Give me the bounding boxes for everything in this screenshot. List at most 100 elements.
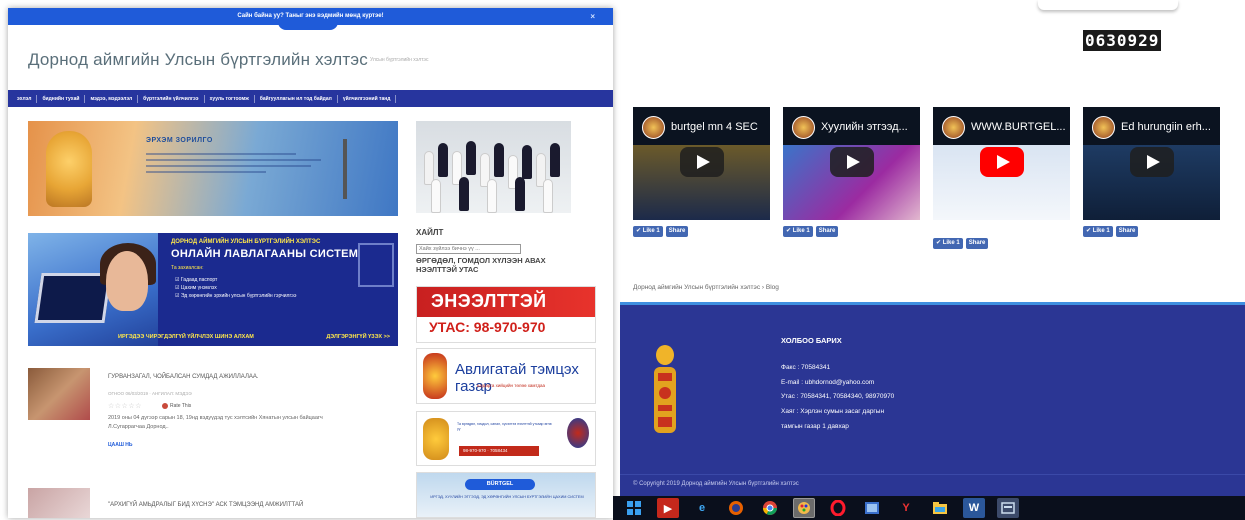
fb-share-button[interactable]: Share xyxy=(1115,226,1139,237)
contact-address: Хаяг : Хэрлэн сумын засаг даргын xyxy=(781,408,885,415)
nav-item-transparency[interactable]: байгууллагын ил тод байдал xyxy=(255,94,338,103)
read-more-link[interactable]: ЦААШ НЬ xyxy=(108,442,133,448)
nav-item-about[interactable]: биднийн тухай xyxy=(37,94,86,103)
channel-avatar-icon[interactable] xyxy=(1092,116,1115,139)
media-icon[interactable]: ▶ xyxy=(657,498,679,518)
banner2-item-text: Эд хөрөнгийн эрхийн улсын бүртгэлийн гэр… xyxy=(180,293,297,299)
rate-this-link[interactable]: Rate This xyxy=(170,403,191,409)
firefox-icon[interactable] xyxy=(725,498,747,518)
complaint-heading: ӨРГӨДӨЛ, ГОМДОЛ ХҮЛЭЭН АВАХ НЭЭЛТТЭЙ УТА… xyxy=(416,256,546,274)
complaint-phone-ad[interactable]: Та өргөдөл, гомдол, санал, хүсэлтээ нээл… xyxy=(416,411,596,466)
channel-avatar-icon[interactable] xyxy=(642,116,665,139)
rating-stars[interactable]: ☆☆☆☆☆ xyxy=(108,402,142,410)
nav-item-home[interactable]: эхлэл xyxy=(12,94,38,103)
fb-actions: ✔ Like 1 Share xyxy=(783,226,839,237)
banner-text-line xyxy=(146,159,321,161)
site-footer: ХОЛБОО БАРИХ Факс : 70584341 E-mail : ub… xyxy=(620,302,1245,496)
mission-banner[interactable]: ЭРХЭМ ЗОРИЛГО xyxy=(28,121,398,216)
footer-bottom-bar: © Copyright 2019 Дорнод аймгийн Улсын бү… xyxy=(620,474,1245,496)
paint-icon[interactable] xyxy=(793,498,815,518)
fb-share-button[interactable]: Share xyxy=(815,226,839,237)
video-title[interactable]: burtgel mn 4 SEC xyxy=(671,121,758,133)
banner2-footer-slogan: ИРГЭДЭЭ ЧИРЭГДЭЛГҮЙ ҮЙЛЧЛЭХ ШИНЭ АЛХАМ xyxy=(118,334,254,340)
contact-email[interactable]: E-mail : ubhdornod@yahoo.com xyxy=(781,379,874,386)
nav-item-news[interactable]: мэдээ, мэдээлэл xyxy=(85,94,139,103)
search-input[interactable] xyxy=(416,244,521,254)
nav-item-legislation[interactable]: хууль тогтоомж xyxy=(205,94,255,103)
anti-corruption-ad[interactable]: Авлигатай тэмцэх газар шударга хийцийн т… xyxy=(416,348,596,404)
play-button-icon[interactable] xyxy=(1130,147,1174,177)
top-panel-tab xyxy=(1038,0,1178,10)
nav-item-services[interactable]: бүртгэлийн үйлчилгээ xyxy=(138,94,205,103)
breadcrumb[interactable]: Дорнод аймгийн Улсын бүртгэлийн хэлтэс ›… xyxy=(633,284,779,291)
anti-corruption-title: Авлигатай тэмцэх газар xyxy=(455,361,579,395)
person xyxy=(431,179,441,213)
ie-icon[interactable]: e xyxy=(691,498,713,518)
fb-like-button[interactable]: ✔ Like 1 xyxy=(783,226,813,237)
post-item: ГУРВАНЗАГАЛ, ЧОЙБАЛСАН СУМДАД АЖИЛЛАЛАА.… xyxy=(28,368,398,458)
photos-icon[interactable] xyxy=(861,498,883,518)
post-item: "АРХИГҮЙ АМЬДРАЛЫГ БИД ХҮСНЭ" АСК ТЭМЦЭЭ… xyxy=(28,488,398,518)
contact-fax: Факс : 70584341 xyxy=(781,364,831,371)
post-title[interactable]: ГУРВАНЗАГАЛ, ЧОЙБАЛСАН СУМДАД АЖИЛЛАЛАА. xyxy=(108,374,259,380)
opera-icon[interactable] xyxy=(827,498,849,518)
folder-icon[interactable] xyxy=(929,498,951,518)
start-icon[interactable] xyxy=(623,498,645,518)
play-button-icon[interactable] xyxy=(980,147,1024,177)
search-heading: ХАЙЛТ xyxy=(416,228,444,237)
play-button-icon[interactable] xyxy=(680,147,724,177)
notice-close-icon[interactable]: × xyxy=(590,8,595,25)
notice-text: Сайн байна уу? Таныг энэ вэдмийн мөнд ку… xyxy=(237,13,384,19)
fb-like-button[interactable]: ✔ Like 1 xyxy=(633,226,663,237)
person xyxy=(438,143,448,177)
post-thumbnail[interactable] xyxy=(28,368,90,420)
fb-like-button[interactable]: ✔ Like 1 xyxy=(933,238,963,249)
banner2-item: ☑ Цахим үнэмлэх xyxy=(175,285,217,291)
post-thumbnail[interactable] xyxy=(28,488,90,518)
chrome-icon[interactable] xyxy=(759,498,781,518)
banner2-item-text: Гадаад паспорт xyxy=(180,277,218,283)
channel-avatar-icon[interactable] xyxy=(942,116,965,139)
video-title[interactable]: WWW.BURTGEL... xyxy=(971,121,1066,133)
site-tagline: Улсын бүртгэлийн хэлтэс xyxy=(370,57,429,63)
person xyxy=(487,179,497,213)
contact-heading: ХОЛБОО БАРИХ xyxy=(781,336,842,345)
complaint-ad-phone: 98-970-970 · 7058434 xyxy=(459,446,539,456)
notice-toggle-tab[interactable] xyxy=(278,22,338,30)
banner-text-line xyxy=(146,165,311,167)
staff-group-photo xyxy=(416,121,571,213)
banner2-lead: Та захиалсан: xyxy=(171,265,204,271)
contact-address-2: тамгын газар 1 давхар xyxy=(781,423,849,430)
banner2-item-text: Цахим үнэмлэх xyxy=(180,285,217,291)
play-button-icon[interactable] xyxy=(830,147,874,177)
burtgel-system-ad[interactable]: BÜRTGEL ИРГЭД, ХУУЛИЙН ЭТГЭЭД, ЭД ХӨРӨНГ… xyxy=(416,472,596,518)
hotline-ad[interactable]: ЭНЭЭЛТТЭЙ УТАС: 98-970-970 xyxy=(416,286,596,343)
channel-avatar-icon[interactable] xyxy=(792,116,815,139)
word-icon[interactable]: W xyxy=(963,498,985,518)
banner2-item: ☑ Гадаад паспорт xyxy=(175,277,218,283)
site-title[interactable]: Дорнод аймгийн Улсын бүртгэлийн хэлтэс xyxy=(28,50,368,70)
nav-item-for-you[interactable]: үйлчилгээний танд xyxy=(338,94,397,103)
fb-share-button[interactable]: Share xyxy=(665,226,689,237)
fb-like-button[interactable]: ✔ Like 1 xyxy=(1083,226,1113,237)
video-title[interactable]: Хуулийн этгээд... xyxy=(821,121,908,133)
youtube-video[interactable]: Хуулийн этгээд... xyxy=(783,107,920,220)
yandex-icon[interactable]: Y xyxy=(895,498,917,518)
burtgel-ad-text: ИРГЭД, ХУУЛИЙН ЭТГЭЭД, ЭД ХӨРӨНГИЙН УЛСЫ… xyxy=(430,495,584,499)
copyright-text: © Copyright 2019 Дорнод аймгийн Улсын бү… xyxy=(633,481,799,487)
rating-icon xyxy=(162,403,168,409)
banner2-more-link[interactable]: ДЭЛГЭРЭНГҮЙ ҮЗЭХ >> xyxy=(326,334,390,340)
main-nav: эхлэл биднийн тухай мэдээ, мэдээлэл бүрт… xyxy=(8,90,613,107)
post-title[interactable]: "АРХИГҮЙ АМЬДРАЛЫГ БИД ХҮСНЭ" АСК ТЭМЦЭЭ… xyxy=(108,502,303,508)
youtube-video[interactable]: Ed hurungiin erh... xyxy=(1083,107,1220,220)
banner2-subtitle: ДОРНОД АЙМГИЙН УЛСЫН БҮРТГЭЛИЙН ХЭЛТЭС xyxy=(171,239,321,245)
fb-actions: ✔ Like 1 Share xyxy=(633,226,689,237)
video-title[interactable]: Ed hurungiin erh... xyxy=(1121,121,1211,133)
chimney-graphic xyxy=(343,139,347,199)
youtube-video[interactable]: burtgel mn 4 SEC xyxy=(633,107,770,220)
online-reference-banner[interactable]: ДОРНОД АЙМГИЙН УЛСЫН БҮРТГЭЛИЙН ХЭЛТЭС О… xyxy=(28,233,398,346)
explorer-icon[interactable] xyxy=(997,498,1019,518)
person xyxy=(522,145,532,179)
youtube-video[interactable]: WWW.BURTGEL... xyxy=(933,107,1070,220)
fb-share-button[interactable]: Share xyxy=(965,238,989,249)
